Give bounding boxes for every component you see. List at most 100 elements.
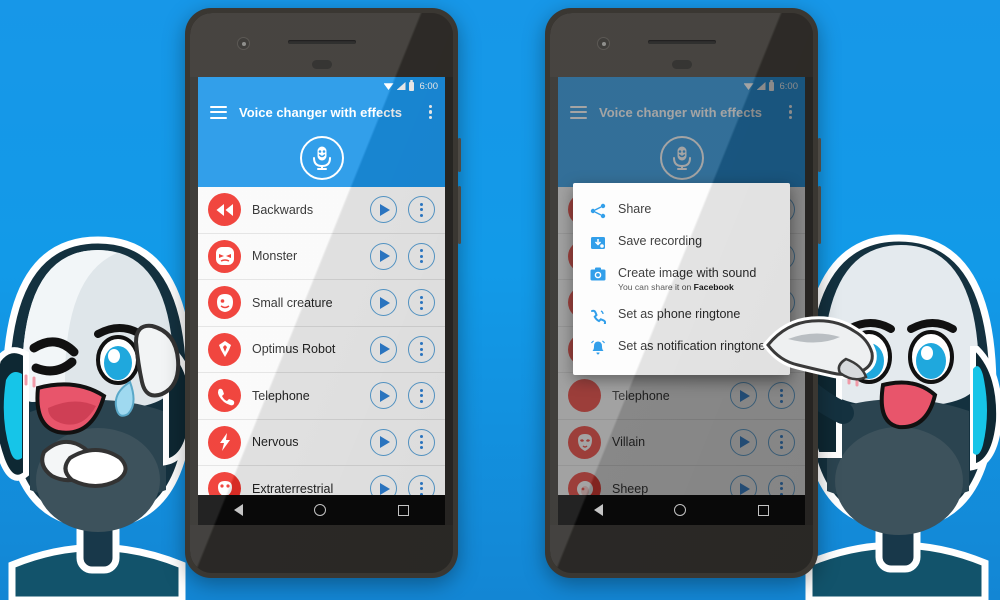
autobot-icon xyxy=(208,332,241,366)
play-icon xyxy=(380,482,390,495)
menu-item-create-image-with-sound[interactable]: Create image with sound You can share it… xyxy=(573,258,790,299)
menu-item-set-as-notification-ringtone[interactable]: Set as notification ringtone xyxy=(573,331,790,363)
camera-icon xyxy=(589,266,607,281)
play-icon xyxy=(380,296,390,309)
effects-list: Backwards Monster Small creature Optimus… xyxy=(198,187,445,513)
phone-right: 6:00 Voice changer with effects Telephon… xyxy=(545,8,821,578)
more-options-icon xyxy=(419,435,424,450)
volume-button[interactable] xyxy=(818,186,821,244)
play-button[interactable] xyxy=(370,382,397,410)
effect-name: Telephone xyxy=(252,388,310,403)
microphone-record-button[interactable] xyxy=(299,136,344,180)
play-icon xyxy=(380,436,390,449)
volume-button[interactable] xyxy=(458,186,461,244)
more-options-button[interactable] xyxy=(408,335,435,363)
effect-name: Backwards xyxy=(252,202,314,217)
more-options-button[interactable] xyxy=(408,382,435,410)
back-icon[interactable] xyxy=(233,504,243,516)
more-options-icon xyxy=(419,342,424,357)
home-icon[interactable] xyxy=(674,504,687,516)
play-icon xyxy=(380,203,390,216)
phone-bezel-bottom xyxy=(190,525,453,573)
telephone-icon xyxy=(208,379,241,413)
share-icon xyxy=(589,202,607,219)
list-item[interactable]: Monster xyxy=(198,233,445,280)
screen-right: 6:00 Voice changer with effects Telephon… xyxy=(558,77,805,525)
phone-left: 6:00 Voice changer with effects Backward… xyxy=(185,8,461,578)
mascot-pointing-hand xyxy=(762,316,877,381)
recents-icon[interactable] xyxy=(758,504,770,516)
list-item[interactable]: Optimus Robot xyxy=(198,326,445,373)
effect-name: Extraterrestrial xyxy=(252,481,334,496)
monster-face-icon xyxy=(208,239,241,273)
list-item[interactable]: Nervous xyxy=(198,419,445,466)
play-button[interactable] xyxy=(370,335,397,363)
phone-bezel-top xyxy=(550,13,813,77)
navigation-bar xyxy=(198,495,445,525)
mascot-right xyxy=(791,234,1000,600)
power-button[interactable] xyxy=(818,138,821,172)
more-options-button[interactable] xyxy=(408,289,435,317)
menu-item-label: Share xyxy=(618,201,652,216)
play-button[interactable] xyxy=(370,428,397,456)
more-options-button[interactable] xyxy=(408,428,435,456)
phone-bezel-top xyxy=(190,13,453,77)
menu-item-label: Set as phone ringtone xyxy=(618,306,741,321)
effect-name: Small creature xyxy=(252,295,333,310)
effect-name: Nervous xyxy=(252,435,299,450)
page-title: Voice changer with effects xyxy=(239,104,403,120)
effect-name: Monster xyxy=(252,249,298,264)
more-options-icon xyxy=(419,388,424,403)
more-options-icon xyxy=(419,249,424,264)
hamburger-icon[interactable] xyxy=(210,105,227,119)
small-creature-icon xyxy=(208,286,241,320)
rewind-icon xyxy=(208,193,241,227)
list-item[interactable]: Small creature xyxy=(198,280,445,327)
menu-item-label: Save recording xyxy=(618,233,703,248)
more-options-icon xyxy=(419,481,424,496)
screen-left: 6:00 Voice changer with effects Backward… xyxy=(198,77,445,525)
menu-item-set-as-phone-ringtone[interactable]: Set as phone ringtone xyxy=(573,299,790,331)
play-button[interactable] xyxy=(370,242,397,270)
front-camera-icon xyxy=(237,37,250,50)
menu-item-label: Create image with sound xyxy=(618,265,757,280)
back-icon[interactable] xyxy=(593,504,603,516)
wifi-icon xyxy=(383,83,394,90)
save-icon xyxy=(589,234,607,251)
more-options-button[interactable] xyxy=(408,242,435,270)
phone-ring-icon xyxy=(589,307,607,324)
play-button[interactable] xyxy=(370,289,397,317)
list-item[interactable]: Telephone xyxy=(198,373,445,420)
proximity-sensor xyxy=(311,60,332,69)
app-bar: Voice changer with effects xyxy=(198,95,445,129)
play-button[interactable] xyxy=(370,196,397,224)
play-icon xyxy=(380,250,390,263)
play-icon xyxy=(380,343,390,356)
earpiece-speaker xyxy=(647,40,716,44)
play-icon xyxy=(380,389,390,402)
record-band xyxy=(198,129,445,187)
earpiece-speaker xyxy=(287,40,356,44)
home-icon[interactable] xyxy=(314,504,327,516)
status-bar-time: 6:00 xyxy=(419,80,439,92)
menu-item-label: Set as notification ringtone xyxy=(618,338,766,353)
menu-item-subtitle: You can share it on Facebook xyxy=(618,281,734,292)
bell-icon xyxy=(589,339,607,356)
list-item[interactable]: Backwards xyxy=(198,187,445,234)
kebab-menu-icon[interactable] xyxy=(429,105,433,119)
more-options-button[interactable] xyxy=(408,196,435,224)
front-camera-icon xyxy=(597,37,610,50)
power-button[interactable] xyxy=(458,138,461,172)
navigation-bar xyxy=(558,495,805,525)
microphone-icon xyxy=(312,146,331,170)
recents-icon[interactable] xyxy=(398,504,410,516)
effect-name: Optimus Robot xyxy=(252,342,336,357)
lightning-bolt-icon xyxy=(208,425,241,459)
menu-item-save-recording[interactable]: Save recording xyxy=(573,226,790,258)
mascot-left xyxy=(0,236,196,600)
status-bar: 6:00 xyxy=(198,77,445,95)
more-options-icon xyxy=(419,202,424,217)
proximity-sensor xyxy=(671,60,692,69)
menu-item-share[interactable]: Share xyxy=(573,194,790,226)
battery-icon xyxy=(408,79,414,91)
